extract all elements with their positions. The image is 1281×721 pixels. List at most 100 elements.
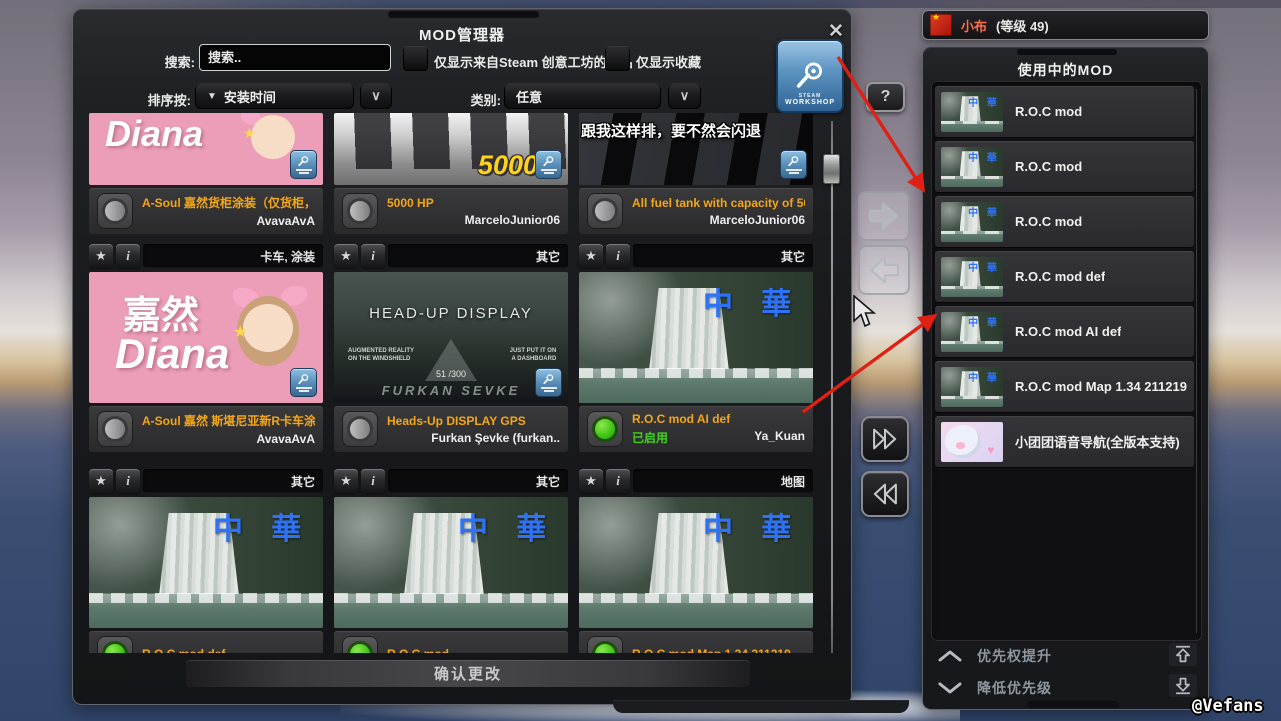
grid-scrollbar-thumb[interactable] [823, 154, 840, 184]
mod-thumbnail[interactable]: 中 華 [334, 497, 568, 628]
mod-card[interactable]: Diana ★ A-So [89, 113, 323, 234]
screen: MOD管理器 ✕ 搜索: 仅显示来自Steam 创意工坊的物品 仅显示收藏 排序… [0, 0, 1281, 721]
panel-bottom-tab [1027, 701, 1119, 708]
help-icon: ? [881, 88, 891, 106]
star-icon: ★ [95, 248, 107, 264]
info-button[interactable]: i [116, 469, 140, 493]
mod-card[interactable]: 5000 5000 HP MarceloJunior06 [334, 113, 568, 234]
mod-grid: 跟我这样排，要不然会闪退 Diana ★ [89, 113, 813, 653]
favorite-star-button[interactable]: ★ [334, 244, 358, 268]
help-button[interactable]: ? [866, 82, 905, 112]
enable-indicator[interactable] [97, 411, 133, 447]
favorite-star-button[interactable]: ★ [89, 469, 113, 493]
active-mods-list: 中 華 R.O.C mod 中 華 R.O.C mod 中 華 R.O.C mo… [931, 81, 1202, 641]
mod-author: Furkan Şevke (furkan.. [431, 431, 560, 445]
enable-indicator[interactable] [97, 636, 133, 653]
enable-indicator[interactable] [587, 193, 623, 229]
mod-author: MarceloJunior06 [710, 213, 805, 227]
active-mod-item[interactable]: 中 華 R.O.C mod AI def [935, 306, 1194, 357]
priority-down-button[interactable]: 降低优先级 [937, 676, 1052, 700]
active-mod-item[interactable]: ♥ 小团团语音导航(全版本支持) [935, 416, 1194, 467]
category-badge: 其它 [633, 244, 813, 268]
window-top-tab [388, 11, 539, 18]
mod-thumbnail[interactable]: HEAD-UP DISPLAY AUGMENTED REALITY ON THE… [334, 272, 568, 403]
category-dropdown[interactable]: 任意 [504, 83, 661, 109]
move-to-bottom-button[interactable] [1169, 674, 1197, 697]
enable-indicator[interactable] [587, 636, 623, 653]
waterfall-label: 中 華 [458, 504, 556, 548]
thumb-text: Diana [105, 113, 203, 155]
thumb-text-en: Diana [115, 330, 229, 378]
enable-indicator[interactable] [587, 411, 623, 447]
priority-up-button[interactable]: 优先权提升 [937, 644, 1052, 668]
info-button[interactable]: i [606, 244, 630, 268]
confirm-changes-button[interactable]: 确认更改 [186, 660, 750, 687]
info-button[interactable]: i [361, 469, 385, 493]
disable-all-button[interactable] [861, 471, 909, 517]
window-title: MOD管理器 [73, 24, 851, 45]
mod-footer: 5000 HP MarceloJunior06 [334, 188, 568, 234]
mod-card[interactable]: ★ i 其它 中 華 R.O.C mod AI def [579, 244, 813, 452]
category-dropdown-chevron[interactable]: ∨ [668, 83, 701, 109]
enable-indicator[interactable] [97, 193, 133, 229]
mod-card[interactable]: ★ i 其它 HEAD-UP DISPLAY AUGMENTED REALITY… [334, 244, 568, 452]
favorite-star-button[interactable]: ★ [579, 244, 603, 268]
category-badge: 地图 [633, 469, 813, 493]
mod-thumbnail: 中 華 [941, 257, 1003, 297]
hud-title-text: HEAD-UP DISPLAY [334, 305, 568, 322]
mod-thumbnail[interactable]: 5000 [334, 113, 568, 185]
mod-card[interactable]: ★ i 地图 中 華 R.O.C mod Map 1.34 211219 [579, 469, 813, 653]
waterfall-label: 中 華 [703, 504, 801, 548]
move-left-button[interactable] [858, 245, 910, 295]
info-button[interactable]: i [116, 244, 140, 268]
move-right-button[interactable] [858, 191, 910, 241]
steam-workshop-filter-checkbox[interactable] [403, 46, 428, 71]
hud-gauge-text: 51 /300 [334, 369, 568, 379]
favorite-star-button[interactable]: ★ [89, 244, 113, 268]
mod-thumbnail[interactable]: 中 華 [579, 272, 813, 403]
chevron-down-icon: ∨ [371, 88, 381, 104]
grid-scrollbar-track[interactable] [831, 121, 833, 653]
mod-title: 5000 HP [387, 196, 560, 210]
info-button[interactable]: i [361, 244, 385, 268]
enable-all-button[interactable] [861, 416, 909, 462]
mod-thumbnail: 中 華 [941, 367, 1003, 407]
mod-thumbnail[interactable]: 中 華 [89, 497, 323, 628]
mod-thumbnail[interactable]: 嘉然 Diana ★ [89, 272, 323, 403]
search-input[interactable] [199, 44, 391, 71]
user-profile-bar[interactable]: ★ 小布 (等级 49) [922, 10, 1209, 40]
active-mod-item[interactable]: 中 華 R.O.C mod [935, 141, 1194, 192]
mod-card[interactable]: ★ i 其它 中 華 R.O.C mod def [89, 469, 323, 653]
active-mod-item[interactable]: 中 華 R.O.C mod def [935, 251, 1194, 302]
steam-workshop-button[interactable]: STEAM WORKSHOP [776, 39, 844, 113]
sort-dropdown-chevron[interactable]: ∨ [360, 83, 392, 109]
priority-up-label: 优先权提升 [977, 646, 1052, 666]
info-icon: i [371, 248, 375, 264]
favorites-filter-checkbox[interactable] [605, 46, 630, 71]
active-mod-item[interactable]: 中 華 R.O.C mod [935, 196, 1194, 247]
mod-manager-window: MOD管理器 ✕ 搜索: 仅显示来自Steam 创意工坊的物品 仅显示收藏 排序… [72, 8, 852, 705]
mod-thumbnail[interactable]: Diana ★ [89, 113, 323, 185]
hud-signature-text: FURKAN SEVKE [334, 383, 568, 398]
move-to-top-button[interactable] [1169, 643, 1197, 666]
mod-card[interactable]: ★ i 卡车, 涂装 嘉然 Diana ★ [89, 244, 323, 452]
active-mod-item[interactable]: 中 華 R.O.C mod Map 1.34 211219 [935, 361, 1194, 412]
star-icon: ★ [340, 473, 352, 489]
enable-indicator[interactable] [342, 193, 378, 229]
info-button[interactable]: i [606, 469, 630, 493]
enable-indicator[interactable] [342, 636, 378, 653]
favorite-star-button[interactable]: ★ [579, 469, 603, 493]
active-mod-item[interactable]: 中 華 R.O.C mod [935, 86, 1194, 137]
list-scrollbar-track[interactable] [1196, 89, 1197, 633]
info-icon: i [371, 473, 375, 489]
category-badge: 其它 [388, 244, 568, 268]
mod-card[interactable]: ★ i 其它 中 華 R.O.C mod [334, 469, 568, 653]
mod-thumbnail[interactable]: 中 華 [579, 497, 813, 628]
heart-icon: ♥ [987, 443, 994, 457]
favorite-star-button[interactable]: ★ [334, 469, 358, 493]
enable-indicator[interactable] [342, 411, 378, 447]
mod-title: All fuel tank with capacity of 50000 lit… [632, 196, 805, 210]
sort-dropdown[interactable]: ▼ 安装时间 [195, 83, 354, 109]
annotation-text: 跟我这样排，要不然会闪退 [581, 120, 761, 141]
mod-title: R.O.C mod AI def [632, 412, 805, 426]
